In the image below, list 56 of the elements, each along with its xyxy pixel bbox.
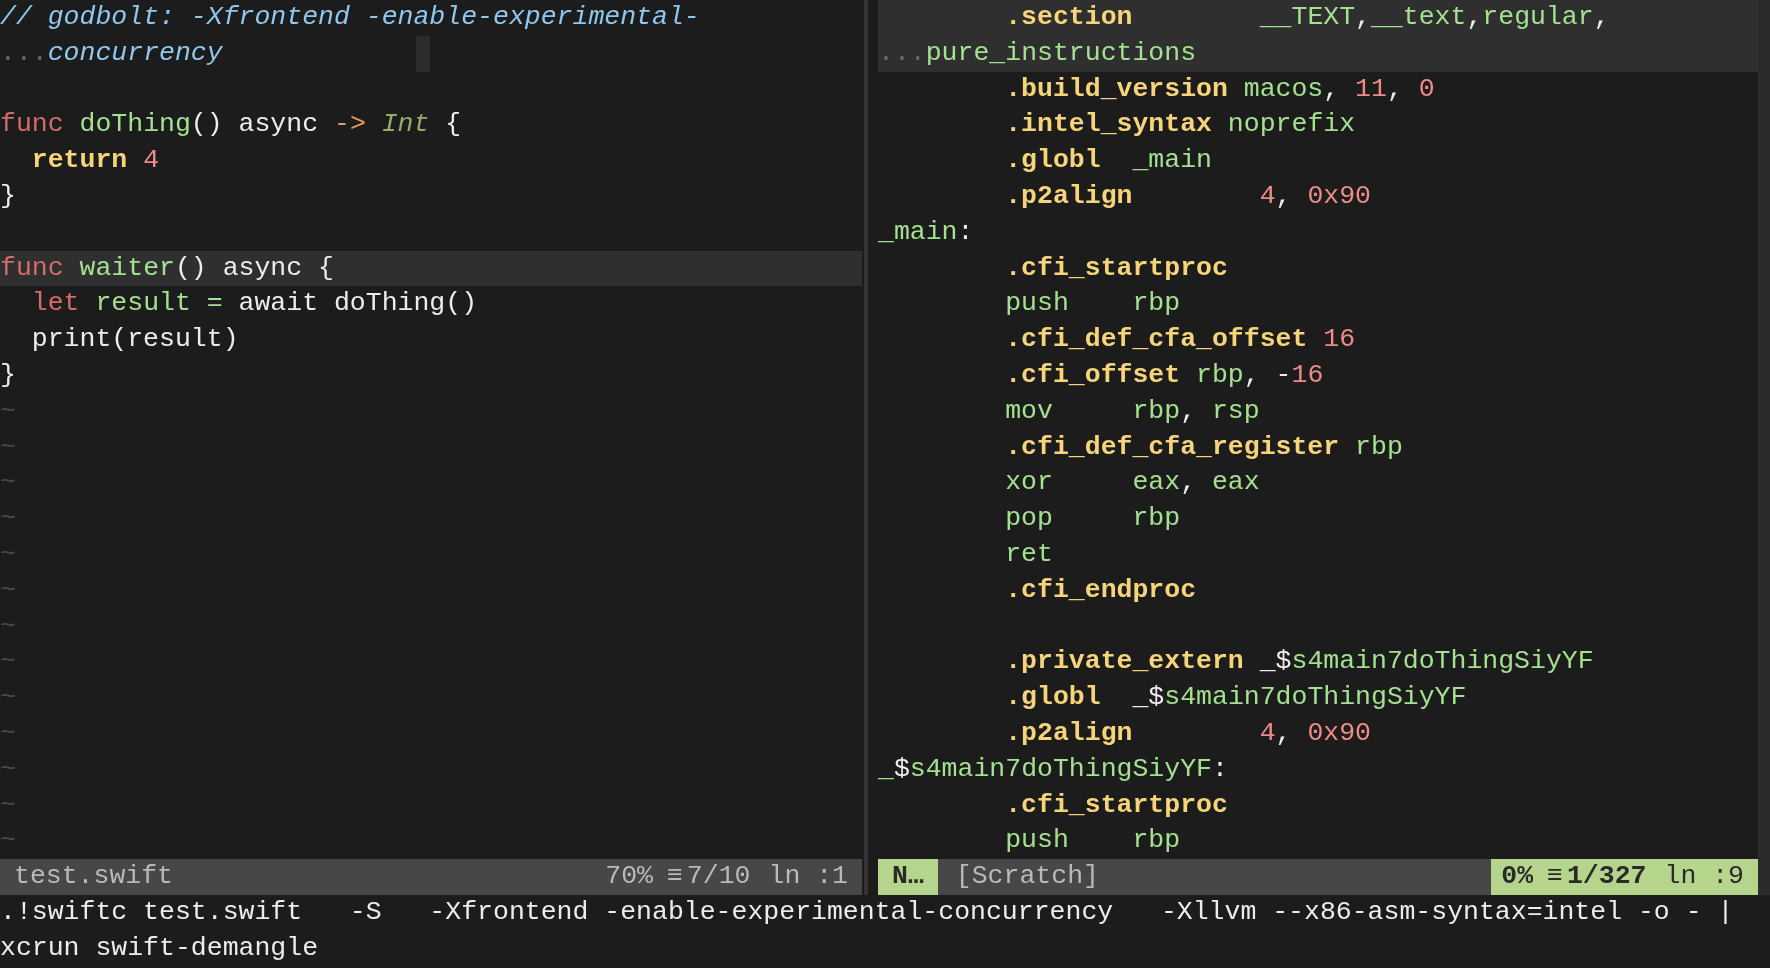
code-line: .globl _main <box>1004 144 1213 178</box>
code-line: .cfi_startproc <box>1004 788 1229 822</box>
empty-line-marker: ~ <box>0 788 16 822</box>
mode-indicator: N… <box>878 859 938 895</box>
code-line: .globl _$s4main7doThingSiyYF <box>1004 681 1468 715</box>
code-line: .p2align 4, 0x90 <box>1004 180 1372 213</box>
code-line: .cfi_endproc <box>1004 573 1198 607</box>
column-position: ln :9 <box>1664 861 1744 892</box>
empty-line-marker: ~ <box>0 573 16 607</box>
code-line: .cfi_def_cfa_register rbp <box>1004 430 1404 464</box>
scroll-percent: 0% <box>1501 861 1534 892</box>
empty-line-marker: ~ <box>0 537 16 571</box>
code-line: ret <box>1004 537 1054 571</box>
command-line: xcrun swift-demangle <box>0 931 319 965</box>
empty-line-marker: ~ <box>0 502 16 536</box>
code-line: mov rbp, rsp <box>1004 394 1261 428</box>
code-line: } <box>0 358 17 392</box>
code-line: push rbp <box>1004 287 1182 321</box>
lines-icon: ≡ <box>666 861 683 892</box>
empty-line-marker: ~ <box>0 609 16 643</box>
code-line: .intel_syntax noprefix <box>1004 108 1357 142</box>
empty-line-marker: ~ <box>0 824 16 858</box>
code-line: push rbp <box>1004 824 1182 858</box>
line-position: 7/10 <box>686 861 751 892</box>
empty-line-marker: ~ <box>0 752 16 786</box>
file-name: [Scratch] <box>954 860 1099 894</box>
command-line: .!swiftc test.swift -S -Xfrontend -enable-experimental-concurrency -Xllvm --x86-asm-syntax=intel -o - | <box>0 895 1734 929</box>
code-line: ...concurrency <box>0 36 224 70</box>
empty-line-marker: ~ <box>0 394 16 428</box>
code-line: xor eax, eax <box>1004 466 1261 500</box>
code-line: .build_version macos, 11, 0 <box>1004 72 1436 106</box>
empty-line-marker: ~ <box>0 681 16 715</box>
code-line: print(result) <box>30 323 240 357</box>
code-line: _$s4main7doThingSiyYF: <box>878 752 1229 786</box>
empty-line-marker: ~ <box>0 430 16 464</box>
code-line: .cfi_startproc <box>1004 251 1229 285</box>
empty-line-marker: ~ <box>0 466 16 500</box>
code-line: .private_extern _$s4main7doThingSiyYF <box>1004 645 1595 679</box>
empty-line-marker: ~ <box>0 716 16 750</box>
code-line: _main: <box>878 215 975 249</box>
scrollbar[interactable] <box>1758 0 1770 895</box>
lines-icon: ≡ <box>1547 861 1563 892</box>
line-position: 1/327 <box>1566 861 1647 892</box>
code-line: pop rbp <box>1004 502 1182 536</box>
code-line: } <box>0 180 17 213</box>
file-name: test.swift <box>13 860 174 894</box>
empty-line-marker: ~ <box>0 645 16 679</box>
code-line: return 4 <box>30 144 161 178</box>
code-line: func doThing() async -> Int { <box>0 108 463 142</box>
code-line: .cfi_def_cfa_offset 16 <box>1004 323 1357 357</box>
code-line: .p2align 4, 0x90 <box>1004 716 1372 750</box>
code-line: // godbolt: -Xfrontend -enable-experimental- <box>0 1 701 34</box>
scroll-percent: 70% <box>605 861 653 892</box>
code-line: .cfi_offset rbp, -16 <box>1004 358 1325 392</box>
column-position: ln :1 <box>768 861 848 892</box>
code-line: let result = await doThing() <box>30 287 479 321</box>
